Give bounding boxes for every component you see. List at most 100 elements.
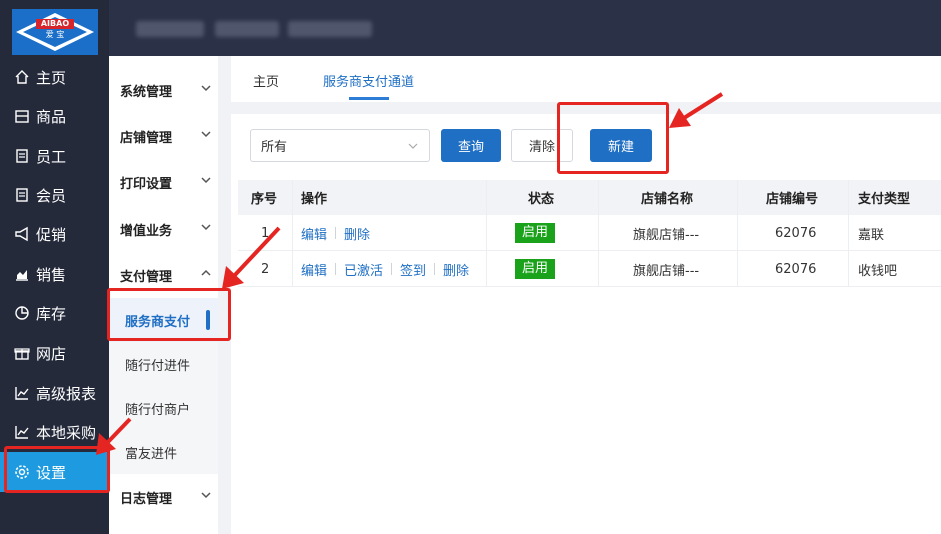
sales-icon	[16, 270, 28, 281]
promo-icon	[15, 226, 28, 242]
divider	[335, 263, 337, 275]
column-divider	[598, 180, 599, 287]
table-row: 2 编辑 已激活 签到 删除 启用 旗舰店铺--- 62076 收钱吧	[238, 251, 941, 287]
row-pay-type: 嘉联	[858, 227, 885, 243]
home-icon	[15, 70, 29, 84]
row-status: 启用	[515, 251, 556, 287]
query-button[interactable]: 查询	[441, 129, 501, 162]
subnav-item-fuyou-onboarding[interactable]: 富友进件	[109, 430, 218, 474]
goods-icon	[15, 110, 29, 123]
delete-link[interactable]: 删除	[443, 260, 469, 279]
col-header-shop-name: 店铺名称	[641, 192, 694, 207]
row-ops: 编辑 删除	[301, 215, 370, 251]
row-shop-name: 旗舰店铺---	[633, 263, 700, 279]
chevron-down-icon	[201, 131, 211, 138]
stock-icon	[15, 306, 29, 320]
table-header: 序号 操作 状态 店铺名称 店铺编号 支付类型	[238, 180, 941, 215]
divider	[434, 263, 436, 275]
subnav-group-print[interactable]: 打印设置	[109, 160, 218, 204]
tab-provider-payment-channel[interactable]: 服务商支付通道	[323, 71, 414, 90]
col-header-ops: 操作	[301, 192, 328, 207]
subnav-group-log[interactable]: 日志管理	[109, 475, 218, 519]
status-select-value: 所有	[261, 140, 288, 155]
chevron-down-icon	[408, 143, 418, 149]
rail-item-label: 库存	[36, 304, 67, 323]
subnav-group-label: 店铺管理	[120, 130, 173, 146]
rail-item-sales[interactable]: 销售	[0, 254, 109, 294]
shop-icon	[14, 348, 30, 360]
divider	[391, 263, 393, 275]
rail-item-report[interactable]: 高级报表	[0, 373, 109, 413]
rail-item-staff[interactable]: 员工	[0, 136, 109, 176]
chevron-down-icon	[201, 85, 211, 92]
blurred-header-text	[215, 21, 279, 37]
rail-item-label: 网店	[36, 344, 67, 363]
subnav-item-label: 富友进件	[125, 446, 178, 462]
row-ops: 编辑 已激活 签到 删除	[301, 251, 469, 287]
edit-link[interactable]: 编辑	[301, 224, 327, 243]
tab-home[interactable]: 主页	[253, 71, 279, 90]
subnav-group-label: 支付管理	[120, 269, 173, 285]
subnav-group-shop[interactable]: 店铺管理	[109, 114, 218, 158]
subnav-item-label: 随行付商户	[125, 402, 191, 418]
column-divider	[737, 180, 738, 287]
status-badge: 启用	[515, 223, 556, 243]
logo-brand: AIBAO	[36, 19, 74, 29]
subnav-group-system[interactable]: 系统管理	[109, 68, 218, 112]
rail-item-member[interactable]: 会员	[0, 175, 109, 215]
top-header	[109, 0, 941, 56]
rail-item-shop[interactable]: 网店	[0, 333, 109, 373]
chevron-up-icon	[201, 269, 211, 276]
logo-brand-cn: 爱 宝	[42, 30, 68, 40]
chevron-down-icon	[201, 492, 211, 499]
rail-item-label: 主页	[36, 68, 67, 87]
sign-in-link[interactable]: 签到	[400, 260, 426, 279]
chevron-down-icon	[201, 224, 211, 231]
rail-item-promo[interactable]: 促销	[0, 214, 109, 254]
rail-item-goods[interactable]: 商品	[0, 96, 109, 136]
col-header-no: 序号	[251, 192, 278, 207]
chevron-down-icon	[201, 177, 211, 184]
subnav-group-label: 增值业务	[120, 223, 173, 239]
content-panel	[231, 114, 941, 534]
subnav-group-value-added[interactable]: 增值业务	[109, 207, 218, 251]
col-header-pay-type: 支付类型	[858, 192, 911, 207]
purchase-icon	[15, 426, 29, 439]
col-header-status: 状态	[528, 192, 555, 207]
subnav-group-label: 日志管理	[120, 491, 173, 507]
table-row: 1 编辑 删除 启用 旗舰店铺--- 62076 嘉联	[238, 215, 941, 251]
column-divider	[848, 180, 849, 287]
annotation-box-create	[557, 102, 669, 174]
rail-item-label: 本地采购	[36, 423, 97, 442]
row-no: 2	[261, 261, 270, 277]
activated-link[interactable]: 已激活	[344, 260, 383, 279]
column-divider	[292, 180, 293, 287]
row-pay-type: 收钱吧	[858, 263, 898, 279]
row-status: 启用	[515, 215, 556, 251]
divider	[335, 227, 337, 239]
status-badge: 启用	[515, 259, 556, 279]
subnav-item-label: 随行付进件	[125, 358, 191, 374]
tab-active-underline	[349, 97, 389, 100]
delete-link[interactable]: 删除	[344, 224, 370, 243]
aibao-logo[interactable]: AIBAO 爱 宝	[12, 9, 98, 55]
subnav-group-label: 系统管理	[120, 84, 173, 100]
status-select[interactable]: 所有	[250, 129, 430, 162]
rail-item-label: 商品	[36, 107, 67, 126]
tab-strip: 主页 服务商支付通道	[231, 56, 941, 102]
row-no: 1	[261, 225, 270, 241]
rail-item-home[interactable]: 主页	[0, 57, 109, 97]
col-header-shop-code: 店铺编号	[766, 192, 819, 207]
rail-item-label: 高级报表	[36, 384, 97, 403]
row-shop-name: 旗舰店铺---	[633, 227, 700, 243]
rail-item-stock[interactable]: 库存	[0, 293, 109, 333]
subnav-item-sxf-merchant[interactable]: 随行付商户	[109, 386, 218, 430]
edit-link[interactable]: 编辑	[301, 260, 327, 279]
row-shop-code: 62076	[775, 261, 817, 277]
subnav-item-sxf-onboarding[interactable]: 随行付进件	[109, 342, 218, 386]
blurred-header-text	[288, 21, 372, 37]
rail-item-label: 员工	[36, 147, 67, 166]
member-icon	[16, 188, 28, 202]
blurred-header-text	[136, 21, 204, 37]
annotation-box-settings	[4, 446, 110, 493]
